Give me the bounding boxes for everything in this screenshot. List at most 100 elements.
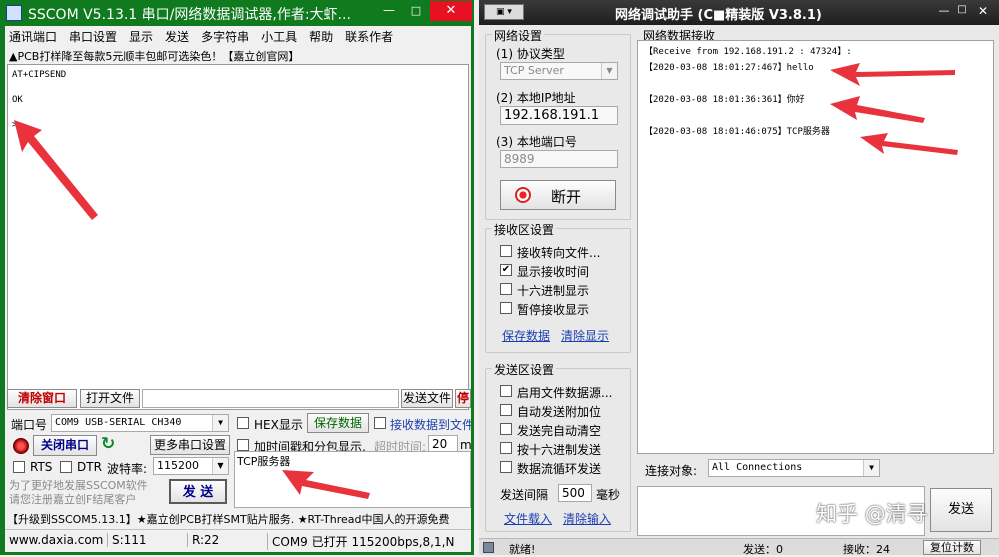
- recv-line: 【2020-03-08 18:01:27:467】hello: [644, 63, 814, 73]
- menu-item[interactable]: 联系作者: [345, 28, 393, 45]
- menu-item[interactable]: 多字符串: [201, 28, 249, 45]
- watermark: 知乎 @清寻: [816, 502, 928, 526]
- baud-select[interactable]: 115200 ▼: [153, 457, 229, 475]
- interval-label: 发送间隔: [500, 488, 549, 502]
- send-option-label: 按十六进制发送: [517, 443, 602, 457]
- baud-label: 波特率:: [107, 462, 148, 476]
- sscom-app-icon: [6, 5, 22, 21]
- net-settings-group: 网络设置 (1) 协议类型 TCP Server ▼ (2) 本地IP地址 19…: [485, 27, 631, 220]
- send-button[interactable]: 发 送: [169, 479, 227, 504]
- netassist-title: 网络调试助手 (C■精装版 V3.8.1): [615, 8, 822, 23]
- file-load-link[interactable]: 文件载入: [504, 510, 552, 527]
- dtr-checkbox[interactable]: [60, 461, 72, 473]
- status-bar: www.daxia.com S:111 R:22 COM9 已打开 115200…: [5, 529, 471, 550]
- send-option-label: 自动发送附加位: [517, 405, 602, 419]
- disconnect-button[interactable]: 断开: [500, 180, 616, 210]
- send-text: TCP服务器: [237, 455, 291, 468]
- protocol-select[interactable]: TCP Server ▼: [500, 62, 618, 80]
- terminal-line: OK: [12, 95, 23, 105]
- timestamp-checkbox[interactable]: [237, 439, 249, 451]
- protocol-value: TCP Server: [504, 64, 564, 77]
- clear-window-button[interactable]: 清除窗口: [7, 389, 77, 408]
- ticker-text[interactable]: 【升级到SSCOM5.13.1】★嘉立创PCB打样SMT贴片服务. ★RT-Th…: [7, 511, 471, 527]
- menu-item[interactable]: 小工具: [261, 28, 297, 45]
- hex-display-checkbox[interactable]: [237, 417, 249, 429]
- rts-checkbox[interactable]: [13, 461, 25, 473]
- close-button[interactable]: ✕: [973, 4, 993, 20]
- menu-item[interactable]: 发送: [165, 28, 189, 45]
- recv-to-file-label: 接收数据到文件: [390, 418, 471, 432]
- status-bar: 就绪! 发送：0 接收：24 复位计数: [479, 538, 999, 556]
- recv-line: 【Receive from 192.168.191.2 : 47324】:: [644, 47, 852, 57]
- close-button[interactable]: ✕: [430, 1, 472, 21]
- stop-button[interactable]: 停: [455, 389, 471, 408]
- recv-option-label: 暂停接收显示: [517, 303, 590, 317]
- recv-option-label: 十六进制显示: [517, 284, 590, 298]
- send-file-button[interactable]: 发送文件: [401, 389, 453, 408]
- hex-display-checkbox[interactable]: [500, 283, 512, 295]
- open-file-button[interactable]: 打开文件: [80, 389, 140, 408]
- sscom-menubar: 通讯端口 串口设置 显示 发送 多字符串 小工具 帮助 联系作者: [5, 26, 471, 46]
- record-icon: [515, 187, 531, 203]
- recv-area[interactable]: 【Receive from 192.168.191.2 : 47324】: 【2…: [637, 40, 994, 454]
- save-data-button[interactable]: 保存数据: [307, 413, 369, 433]
- port-label: 端口号: [11, 418, 48, 432]
- send-option-label: 发送完自动清空: [517, 424, 602, 438]
- save-data-link[interactable]: 保存数据: [502, 327, 550, 344]
- show-recv-time-checkbox[interactable]: ✔: [500, 264, 512, 276]
- auto-append-checkbox[interactable]: [500, 404, 512, 416]
- minimize-button[interactable]: —: [376, 2, 402, 20]
- local-port-input[interactable]: 8989: [500, 150, 618, 168]
- status-sent-count: S:111: [107, 533, 147, 547]
- protocol-label: (1) 协议类型: [496, 47, 565, 61]
- status-recv-count: R:22: [187, 533, 219, 547]
- baud-value: 115200: [157, 459, 199, 472]
- pause-recv-checkbox[interactable]: [500, 302, 512, 314]
- status-port-info: COM9 已打开 115200bps,8,1,N: [267, 533, 454, 550]
- menu-item[interactable]: 串口设置: [69, 28, 117, 45]
- send-option-label: 启用文件数据源...: [517, 386, 613, 400]
- minimize-button[interactable]: —: [935, 4, 953, 20]
- clear-display-link[interactable]: 清除显示: [561, 327, 609, 344]
- local-port-label: (3) 本地端口号: [496, 135, 577, 149]
- chevron-down-icon: ▼: [601, 63, 617, 79]
- recv-to-file-checkbox[interactable]: [500, 245, 512, 257]
- recv-to-file-checkbox[interactable]: [374, 417, 386, 429]
- port-select[interactable]: COM9 USB-SERIAL CH340 ▼: [51, 414, 229, 432]
- hex-display-label: HEX显示: [254, 418, 303, 432]
- clear-input-link[interactable]: 清除输入: [563, 510, 611, 527]
- netassist-app-icon[interactable]: ▣ ▾: [484, 4, 524, 20]
- file-source-checkbox[interactable]: [500, 385, 512, 397]
- interval-input[interactable]: 500: [558, 484, 592, 502]
- chevron-down-icon: ▼: [212, 415, 228, 431]
- auto-clear-checkbox[interactable]: [500, 423, 512, 435]
- send-button[interactable]: 发送: [930, 488, 992, 532]
- reset-count-button[interactable]: 复位计数: [923, 540, 981, 555]
- send-option-label: 数据流循环发送: [517, 462, 602, 476]
- loop-send-checkbox[interactable]: [500, 461, 512, 473]
- terminal-output[interactable]: AT+CIPSEND OK >: [7, 64, 469, 410]
- maximize-button[interactable]: □: [953, 4, 971, 20]
- connect-select[interactable]: All Connections ▼: [708, 459, 880, 477]
- send-textarea[interactable]: TCP服务器: [234, 451, 471, 508]
- file-path-input[interactable]: [142, 389, 399, 408]
- maximize-button[interactable]: □: [403, 2, 429, 20]
- refresh-icon[interactable]: ↻: [101, 435, 119, 455]
- recv-settings-title: 接收区设置: [492, 221, 557, 238]
- menu-item[interactable]: 显示: [129, 28, 153, 45]
- close-port-button[interactable]: 关闭串口: [33, 435, 97, 456]
- ip-input[interactable]: 192.168.191.1: [500, 106, 618, 125]
- sscom-window: SSCOM V5.13.1 串口/网络数据调试器,作者:大虾... — □ ✕ …: [0, 0, 474, 555]
- status-website[interactable]: www.daxia.com: [9, 533, 103, 547]
- menu-item[interactable]: 通讯端口: [9, 28, 57, 45]
- menu-item[interactable]: 帮助: [309, 28, 333, 45]
- disconnect-label: 断开: [551, 188, 582, 206]
- timeout-unit: ms: [460, 438, 471, 452]
- ad-banner[interactable]: ▲PCB打样降至每款5元顺丰包邮可选染色！【嘉立创官网】: [9, 48, 299, 64]
- more-port-settings-button[interactable]: 更多串口设置: [150, 435, 230, 455]
- net-settings-title: 网络设置: [492, 27, 545, 44]
- hex-send-checkbox[interactable]: [500, 442, 512, 454]
- connect-value: All Connections: [712, 462, 803, 473]
